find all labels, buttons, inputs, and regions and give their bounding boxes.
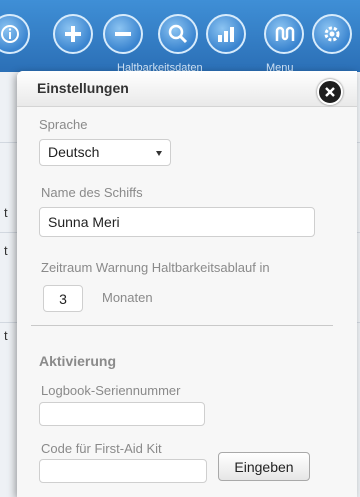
gear-icon[interactable] bbox=[312, 14, 352, 54]
first-aid-code-label: Code für First-Aid Kit bbox=[41, 441, 162, 456]
popup-header: Einstellungen bbox=[17, 71, 357, 107]
serial-number-field[interactable] bbox=[39, 402, 205, 426]
chevron-down-icon bbox=[156, 151, 162, 156]
close-icon bbox=[325, 87, 335, 97]
submit-button[interactable]: Eingeben bbox=[218, 452, 310, 481]
list-item-text: t bbox=[4, 205, 8, 220]
add-icon[interactable] bbox=[53, 14, 93, 54]
warning-months-field[interactable] bbox=[43, 285, 83, 312]
section-divider bbox=[31, 325, 333, 326]
chart-icon[interactable] bbox=[206, 14, 246, 54]
first-aid-code-field[interactable] bbox=[39, 459, 207, 483]
logbook-icon[interactable] bbox=[264, 14, 304, 54]
language-select[interactable]: Deutsch bbox=[39, 139, 171, 166]
ship-name-field[interactable] bbox=[39, 207, 315, 237]
list-item-text: t bbox=[4, 243, 8, 258]
warning-period-label: Zeitraum Warnung Haltbarkeitsablauf in bbox=[41, 260, 270, 275]
info-icon[interactable] bbox=[0, 14, 30, 54]
warning-unit-label: Monaten bbox=[102, 290, 153, 305]
ship-name-label: Name des Schiffs bbox=[41, 185, 143, 200]
close-button[interactable] bbox=[317, 79, 343, 105]
search-icon[interactable] bbox=[158, 14, 198, 54]
settings-popup: Einstellungen Sprache Deutsch Name des S… bbox=[17, 71, 357, 497]
app-toolbar: Haltbarkeitsdaten Menu bbox=[0, 0, 360, 74]
activation-heading: Aktivierung bbox=[39, 353, 117, 369]
popup-title: Einstellungen bbox=[37, 80, 129, 96]
list-item-text: t bbox=[4, 328, 8, 343]
language-label: Sprache bbox=[39, 117, 88, 132]
serial-number-label: Logbook-Seriennummer bbox=[41, 383, 181, 398]
language-value: Deutsch bbox=[48, 144, 100, 160]
remove-icon[interactable] bbox=[103, 14, 143, 54]
